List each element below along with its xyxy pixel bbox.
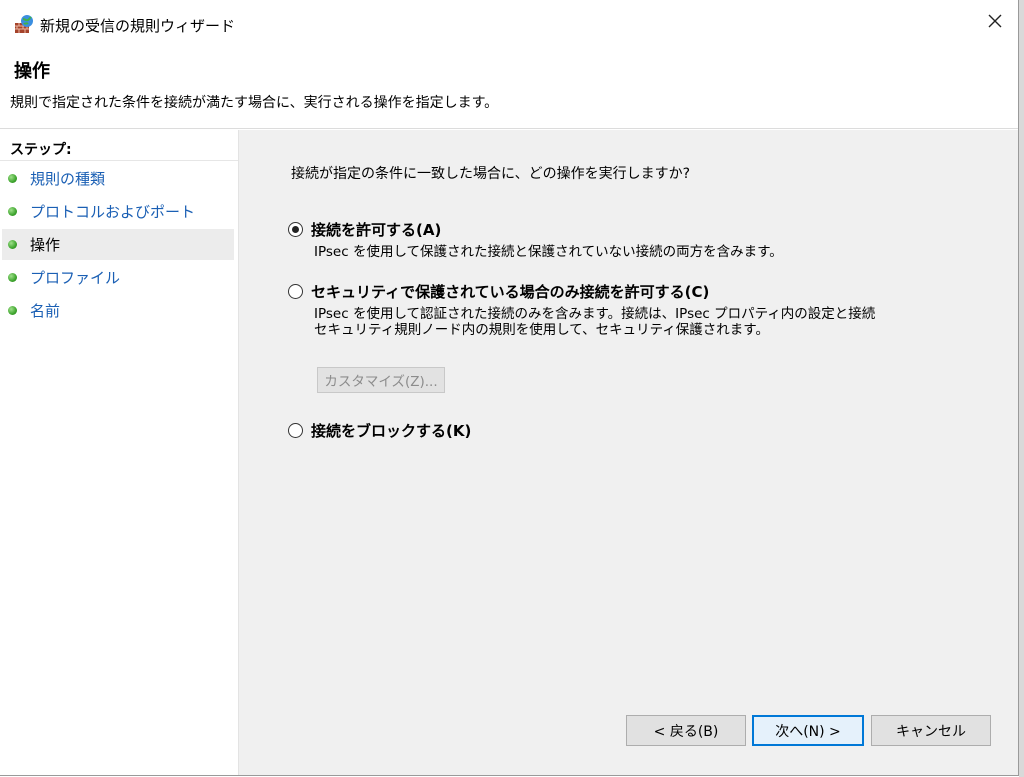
- allow-secure-description-line1: IPsec を使用して認証された接続のみを含みます。接続は、IPsec プロパテ…: [314, 306, 876, 322]
- allow-connection-description: IPsec を使用して保護された接続と保護されていない接続の両方を含みます。: [314, 244, 783, 260]
- step-label: 規則の種類: [30, 170, 106, 188]
- allow-secure-description-line2: セキュリティ規則ノード内の規則を使用して、セキュリティ保護されます。: [314, 322, 769, 338]
- title-bar: 新規の受信の規則ウィザード: [0, 0, 1018, 46]
- green-dot-icon: [8, 306, 17, 315]
- page-description: 規則で指定された条件を接続が満たす場合に、実行される操作を指定します。: [10, 95, 499, 111]
- step-label: 操作: [30, 236, 61, 254]
- step-action[interactable]: 操作: [2, 229, 234, 260]
- radio-button[interactable]: [288, 423, 303, 438]
- green-dot-icon: [8, 273, 17, 282]
- radio-button[interactable]: [288, 284, 303, 299]
- step-name[interactable]: 名前: [2, 295, 234, 326]
- step-rule-type[interactable]: 規則の種類: [2, 163, 234, 194]
- step-label: プロファイル: [30, 269, 121, 287]
- allow-secure-radio[interactable]: セキュリティで保護されている場合のみ接続を許可する(C): [288, 281, 709, 302]
- step-label: プロトコルおよびポート: [30, 203, 196, 221]
- block-connection-label: 接続をブロックする(K): [311, 422, 472, 440]
- green-dot-icon: [8, 240, 17, 249]
- step-label: 名前: [30, 302, 61, 320]
- allow-connection-label: 接続を許可する(A): [311, 221, 442, 239]
- header-divider: [0, 128, 1018, 129]
- step-protocol-ports[interactable]: プロトコルおよびポート: [2, 196, 234, 227]
- firewall-icon: [14, 14, 34, 34]
- next-button[interactable]: 次へ(N) >: [752, 715, 864, 746]
- action-question: 接続が指定の条件に一致した場合に、どの操作を実行しますか?: [291, 166, 691, 182]
- background-window-edge: [1019, 0, 1024, 777]
- steps-panel: ステップ: 規則の種類 プロトコルおよびポート 操作 プロファイル 名前: [0, 130, 239, 775]
- green-dot-icon: [8, 174, 17, 183]
- page-heading: 操作: [14, 61, 50, 82]
- steps-divider: [0, 160, 238, 161]
- back-button[interactable]: < 戻る(B): [626, 715, 746, 746]
- close-button[interactable]: [972, 0, 1018, 46]
- steps-label: ステップ:: [10, 142, 72, 158]
- wizard-window: 新規の受信の規則ウィザード 操作 規則で指定された条件を接続が満たす場合に、実行…: [0, 0, 1019, 776]
- customize-button[interactable]: カスタマイズ(Z)...: [317, 367, 445, 393]
- window-title: 新規の受信の規則ウィザード: [40, 17, 236, 35]
- content-panel: 接続が指定の条件に一致した場合に、どの操作を実行しますか? 接続を許可する(A)…: [239, 130, 1018, 775]
- close-icon: [987, 13, 1003, 33]
- cancel-button[interactable]: キャンセル: [871, 715, 991, 746]
- allow-secure-label: セキュリティで保護されている場合のみ接続を許可する(C): [311, 283, 710, 301]
- radio-button-checked[interactable]: [288, 222, 303, 237]
- allow-connection-radio[interactable]: 接続を許可する(A): [288, 219, 441, 240]
- step-profile[interactable]: プロファイル: [2, 262, 234, 293]
- block-connection-radio[interactable]: 接続をブロックする(K): [288, 420, 471, 441]
- green-dot-icon: [8, 207, 17, 216]
